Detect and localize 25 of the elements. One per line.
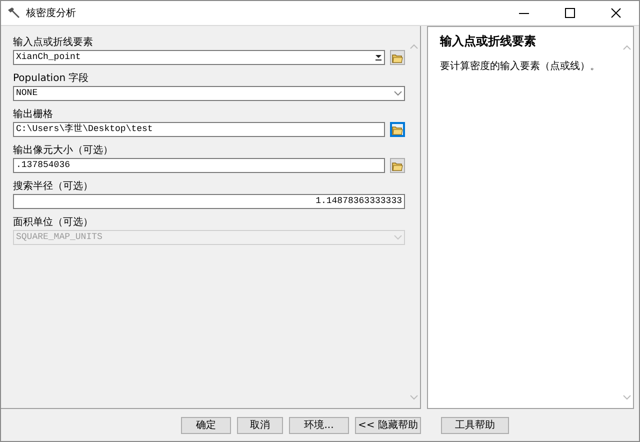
folder-button[interactable] — [390, 158, 405, 173]
field-label: 输入点或折线要素 — [13, 36, 93, 49]
dropdown-icon[interactable] — [375, 54, 382, 61]
combo-field[interactable]: XianCh_point — [13, 50, 385, 65]
input-field[interactable]: C:\Users\李世\Desktop\test — [13, 122, 385, 137]
chevron-down-icon[interactable] — [394, 91, 402, 96]
input-field[interactable]: 1.14878363333333 — [13, 194, 405, 209]
field-label: 输出像元大小（可选） — [13, 144, 113, 157]
dropdown-field[interactable]: NONE — [13, 86, 405, 101]
folder-button[interactable] — [390, 50, 405, 65]
help-text: 要计算密度的输入要素（点或线）。 — [440, 60, 601, 73]
field-label: Population 字段 — [13, 72, 89, 85]
window-title: 核密度分析 — [26, 6, 76, 20]
dialog-button[interactable]: 工具帮助 — [441, 416, 509, 434]
help-title: 输入点或折线要素 — [440, 33, 537, 50]
dialog-button[interactable]: 环境... — [289, 416, 349, 434]
hammer-icon — [7, 7, 21, 19]
dialog-button[interactable]: 确定 — [181, 416, 231, 434]
folder-button[interactable] — [390, 122, 405, 137]
field-label: 面积单位（可选） — [13, 216, 93, 229]
dialog-button[interactable]: 取消 — [237, 416, 283, 434]
dialog-button[interactable]: << 隐藏帮助 — [355, 416, 421, 434]
field-label: 搜索半径（可选） — [13, 180, 93, 193]
input-field[interactable]: .137854036 — [13, 158, 385, 173]
field-label: 输出栅格 — [13, 108, 53, 121]
